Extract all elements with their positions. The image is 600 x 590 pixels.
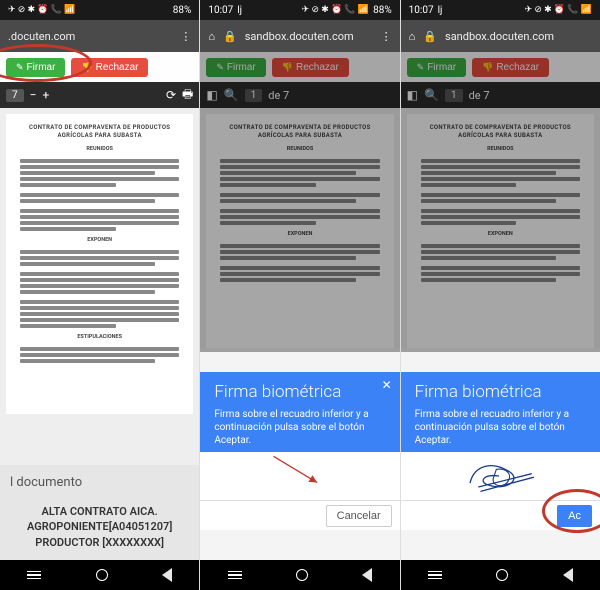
doc-title: CONTRATO DE COMPRAVENTA DE PRODUCTOS AGR… [20,124,179,140]
status-icons: ✈ ⊘ ✱ ⏰ 📞 📶 [8,5,75,15]
status-time: 10:07 [208,5,233,16]
url-text: sandbox.docuten.com [245,30,373,43]
action-row: ✎ Firmar 👎 Rechazar [0,52,199,82]
nav-back-icon[interactable] [162,568,172,582]
cancel-button[interactable]: Cancelar [326,505,392,527]
nav-recent-icon[interactable] [428,571,442,580]
nav-back-icon[interactable] [362,568,372,582]
sec-exponen: EXPONEN [20,237,179,244]
sec-estip: ESTIPULACIONES [20,334,179,341]
modal-title: Firma biométrica [214,382,385,402]
lock-icon: 🔒 [223,30,237,43]
zoom-in-icon[interactable]: + [43,88,50,102]
battery-pct: 88% [173,5,192,16]
reject-button[interactable]: 👎 Rechazar [71,58,148,77]
sign-button[interactable]: ✎ Firmar [6,58,65,77]
doc-view[interactable]: CONTRATO DE COMPRAVENTA DE PRODUCTOS AGR… [0,108,199,465]
doc-info-panel: l documento ALTA CONTRATO AICA. AGROPONI… [0,465,199,560]
nav-back-icon[interactable] [563,568,573,582]
rotate-icon[interactable]: ⟳ [166,88,176,102]
phone-right: 10:07 lj ✈ ⊘ ✱ ⏰ 📞 📶 ⌂ 🔒 sandbox.docuten… [401,0,600,590]
status-bar: 10:07 lj ✈ ⊘ ✱ ⏰ 📞 📶 [401,0,600,20]
close-icon[interactable]: ✕ [382,378,392,392]
url-text: .docuten.com [8,30,172,43]
doc-info-text: ALTA CONTRATO AICA. AGROPONIENTE[A040512… [10,504,189,550]
lock-icon: 🔒 [423,30,437,43]
signature-pad[interactable] [200,452,399,500]
print-icon[interactable]: 🖶 [182,85,193,106]
modal-footer: Cancelar [200,500,399,530]
menu-icon[interactable]: ⋮ [381,30,392,43]
arrow-annotation [200,452,399,500]
browser-bar: ⌂ 🔒 sandbox.docuten.com [401,20,600,52]
nav-home-icon[interactable] [96,569,108,581]
doc-page: CONTRATO DE COMPRAVENTA DE PRODUCTOS AGR… [6,114,193,414]
modal-body: Firma sobre el recuadro inferior y a con… [214,408,385,447]
nav-recent-icon[interactable] [228,571,242,580]
biometric-modal: Firma biométrica Firma sobre el recuadro… [401,372,600,461]
pen-icon: ✎ [16,62,24,73]
signature-pad[interactable] [401,452,600,500]
url-text: sandbox.docuten.com [445,30,592,43]
menu-icon[interactable]: ⋮ [180,30,191,43]
nav-recent-icon[interactable] [27,571,41,580]
battery-pct: 88% [373,5,392,16]
dim-overlay [401,52,600,352]
browser-bar: .docuten.com ⋮ [0,20,199,52]
status-bar: ✈ ⊘ ✱ ⏰ 📞 📶 88% [0,0,199,20]
modal-footer: Ac [401,500,600,530]
zoom-out-icon[interactable]: − [30,88,37,102]
nav-home-icon[interactable] [296,569,308,581]
status-icons: ✈ ⊘ ✱ ⏰ 📞 📶 [302,5,369,15]
home-icon[interactable]: ⌂ [208,30,215,43]
dim-overlay [200,52,399,352]
home-icon[interactable]: ⌂ [409,30,416,43]
phone-left: ✈ ⊘ ✱ ⏰ 📞 📶 88% .docuten.com ⋮ ✎ Firmar … [0,0,200,590]
thumbs-down-icon: 👎 [81,62,92,73]
sec-reunidos: REUNIDOS [20,146,179,153]
soft-nav [401,560,600,590]
status-carrier: lj [237,5,242,16]
page-current: 7 [6,89,24,102]
sign-label: Firmar [27,62,56,73]
reject-label: Rechazar [96,62,139,73]
doc-toolbar: 7 − + ⟳ 🖶 [0,82,199,108]
modal-title: Firma biométrica [415,382,586,402]
browser-bar: ⌂ 🔒 sandbox.docuten.com ⋮ [200,20,399,52]
soft-nav [200,560,399,590]
phone-middle: 10:07 lj ✈ ⊘ ✱ ⏰ 📞 📶 88% ⌂ 🔒 sandbox.doc… [200,0,400,590]
status-bar: 10:07 lj ✈ ⊘ ✱ ⏰ 📞 📶 88% [200,0,399,20]
biometric-modal: ✕ Firma biométrica Firma sobre el recuad… [200,372,399,461]
nav-home-icon[interactable] [496,569,508,581]
soft-nav [0,560,199,590]
signature-stroke [401,452,600,500]
accept-button[interactable]: Ac [557,505,592,527]
modal-body: Firma sobre el recuadro inferior y a con… [415,408,586,447]
doc-info-heading: l documento [10,475,189,490]
